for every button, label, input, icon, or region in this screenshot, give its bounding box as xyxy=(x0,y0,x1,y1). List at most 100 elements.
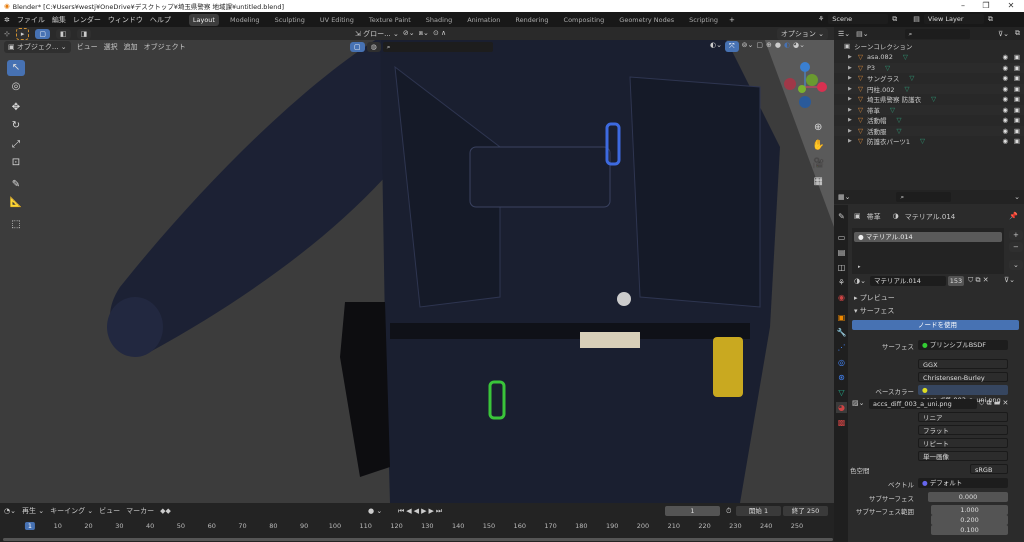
outliner-item[interactable]: ▶ ▽ 埼玉県警察 防護衣 ▽ ◉ ▣ xyxy=(834,94,1024,105)
scene-icon[interactable]: ⚘ xyxy=(818,15,824,23)
slot-menu-button[interactable]: ⌄ xyxy=(1009,260,1023,270)
menu-help[interactable]: ヘルプ xyxy=(150,15,171,25)
new-view-layer-icon[interactable]: ⧉ xyxy=(988,15,993,24)
physics-tab-icon[interactable]: ◎ xyxy=(836,357,847,368)
radius-x[interactable]: 1.000 xyxy=(931,505,1008,515)
select-tool[interactable]: ↖ xyxy=(7,60,25,76)
filter-funnel-icon[interactable]: ⊽⌄ xyxy=(998,30,1009,38)
modifier-tab-icon[interactable]: 🔧 xyxy=(836,327,847,338)
image-actions-icon[interactable]: ⛉ ⧉ ▬ ✕ xyxy=(979,399,1008,408)
new-collection-icon[interactable]: ⧉ xyxy=(1015,29,1020,38)
outliner-item[interactable]: ▶ ▽ 帯革 ▽ ◉ ▣ xyxy=(834,104,1024,115)
radius-z[interactable]: 0.100 xyxy=(931,525,1008,535)
menu-select[interactable]: 選択 xyxy=(104,42,118,52)
gizmo-toggle-icon[interactable]: ⤧ xyxy=(724,41,739,52)
material-tab-icon[interactable]: ◕ xyxy=(836,402,847,413)
add-slot-button[interactable]: + xyxy=(1009,230,1023,240)
ortho-grid-icon[interactable]: ▦ xyxy=(812,173,824,191)
tab-animation[interactable]: Animation xyxy=(463,14,504,26)
scene-tab-icon[interactable]: ⚘ xyxy=(836,277,847,288)
expand-icon[interactable]: ▶ xyxy=(848,75,858,81)
visibility-eye-icon[interactable]: ◉ xyxy=(1002,64,1008,72)
outliner-item[interactable]: ▶ ▽ P3 ▽ ◉ ▣ xyxy=(834,62,1024,73)
mode-dropdown[interactable]: ▣ オブジェク... ⌄ xyxy=(4,40,71,53)
preview-panel[interactable]: ▸ プレビュー xyxy=(854,293,895,303)
navigation-gizmo[interactable] xyxy=(780,62,830,112)
shading-solid-icon[interactable]: ● xyxy=(775,41,781,52)
source-dropdown[interactable]: 単一画像 xyxy=(918,451,1008,461)
expand-icon[interactable]: ▶ xyxy=(848,117,858,123)
outliner-item[interactable]: ▶ ▽ サングラス ▽ ◉ ▣ xyxy=(834,73,1024,84)
filter-mesh-icon[interactable]: ▢ xyxy=(350,41,365,52)
properties-search-input[interactable]: ⌕ xyxy=(896,192,952,202)
gizmo-z-axis[interactable] xyxy=(800,62,810,72)
expand-icon[interactable]: ▶ xyxy=(848,107,858,113)
overlay-icon[interactable]: ⊚⌄ xyxy=(742,41,754,52)
scene-collection-row[interactable]: ▣ シーンコレクション xyxy=(834,41,1024,52)
add-cube-tool[interactable]: ⬚ xyxy=(7,217,25,233)
view-layer-field[interactable]: View Layer xyxy=(923,14,984,24)
cursor-tool[interactable]: ◎ xyxy=(7,79,25,95)
render-camera-icon[interactable]: ▣ xyxy=(1014,137,1020,145)
expand-icon[interactable]: ▶ xyxy=(848,96,858,102)
tab-texture-paint[interactable]: Texture Paint xyxy=(365,14,415,26)
visibility-eye-icon[interactable]: ◉ xyxy=(1002,53,1008,61)
render-tab-icon[interactable]: ▭ xyxy=(836,232,847,243)
select-mode-new[interactable]: ▢ xyxy=(35,28,51,39)
gizmo-z-neg[interactable] xyxy=(799,96,811,108)
material-link-icon[interactable]: ⊽⌄ xyxy=(1004,276,1015,284)
view-layer-icon[interactable]: ▤ xyxy=(913,15,920,23)
outliner-item[interactable]: ▶ ▽ 防護衣パーツ1 ▽ ◉ ▣ xyxy=(834,136,1024,147)
tab-layout[interactable]: Layout xyxy=(188,13,219,26)
render-camera-icon[interactable]: ▣ xyxy=(1014,74,1020,82)
zoom-icon[interactable]: ⊕ xyxy=(812,119,824,137)
extension-dropdown[interactable]: リピート xyxy=(918,438,1008,448)
select-tool-icon[interactable]: ▸ xyxy=(15,27,30,40)
xray-icon[interactable]: ▢ xyxy=(756,41,763,52)
material-name-field[interactable]: マテリアル.014 xyxy=(870,276,946,286)
render-camera-icon[interactable]: ▣ xyxy=(1014,127,1020,135)
menu-render[interactable]: レンダー xyxy=(73,15,101,25)
tab-geometry-nodes[interactable]: Geometry Nodes xyxy=(615,14,678,26)
editor-type-icon[interactable]: ⊹ xyxy=(4,30,10,38)
use-nodes-button[interactable]: ノードを使用 xyxy=(852,320,1019,330)
image-browse-icon[interactable]: ▨⌄ xyxy=(852,399,864,407)
minimize-button[interactable]: – xyxy=(952,0,974,12)
particles-tab-icon[interactable]: ⋰ xyxy=(836,342,847,353)
expand-icon[interactable]: ▶ xyxy=(848,138,858,144)
subsurface-value[interactable]: 0.000 xyxy=(928,492,1008,502)
gizmo-x-neg[interactable] xyxy=(784,78,796,90)
editor-type-icon[interactable]: ▦⌄ xyxy=(838,193,850,201)
constraints-tab-icon[interactable]: ⊛ xyxy=(836,372,847,383)
render-camera-icon[interactable]: ▣ xyxy=(1014,64,1020,72)
pivot-icon[interactable]: ⊘⌄ xyxy=(403,29,415,39)
options-dropdown[interactable]: オプション ⌄ xyxy=(776,27,828,40)
render-camera-icon[interactable]: ▣ xyxy=(1014,85,1020,93)
select-mode-extend[interactable]: ◧ xyxy=(56,28,71,39)
view-layer-tab-icon[interactable]: ◫ xyxy=(836,262,847,273)
render-camera-icon[interactable]: ▣ xyxy=(1014,106,1020,114)
user-count[interactable]: 153 xyxy=(948,276,964,286)
outliner-item[interactable]: ▶ ▽ asa.082 ▽ ◉ ▣ xyxy=(834,52,1024,63)
rotate-tool[interactable]: ↻ xyxy=(7,118,25,134)
shading-wire-icon[interactable]: ⊕ xyxy=(766,41,772,52)
outliner-item[interactable]: ▶ ▽ 活動帽 ▽ ◉ ▣ xyxy=(834,115,1024,126)
transform-tool[interactable]: ⊡ xyxy=(7,155,25,171)
subsurface-method-dropdown[interactable]: Christensen-Burley xyxy=(918,372,1008,382)
colorspace-dropdown[interactable]: sRGB xyxy=(970,464,1008,474)
blender-menu-icon[interactable]: ✲ xyxy=(4,16,10,24)
shading-rendered-icon[interactable]: ◕⌄ xyxy=(793,41,805,52)
projection-dropdown[interactable]: フラット xyxy=(918,425,1008,435)
visibility-eye-icon[interactable]: ◉ xyxy=(1002,116,1008,124)
tab-rendering[interactable]: Rendering xyxy=(511,14,552,26)
shading-material-icon[interactable]: ◐ xyxy=(784,41,790,52)
image-name-field[interactable]: accs_diff_003_a_uni.png xyxy=(869,399,977,409)
tab-compositing[interactable]: Compositing xyxy=(560,14,609,26)
base-color-field[interactable]: ● accs_diff_003_a_uni.png xyxy=(918,385,1008,404)
interpolation-dropdown[interactable]: リニア xyxy=(918,412,1008,422)
move-tool[interactable]: ✥ xyxy=(7,100,25,116)
gizmo-y-axis[interactable] xyxy=(806,74,818,86)
expand-icon[interactable]: ▶ xyxy=(848,54,858,60)
menu-add[interactable]: 追加 xyxy=(124,42,138,52)
render-camera-icon[interactable]: ▣ xyxy=(1014,95,1020,103)
